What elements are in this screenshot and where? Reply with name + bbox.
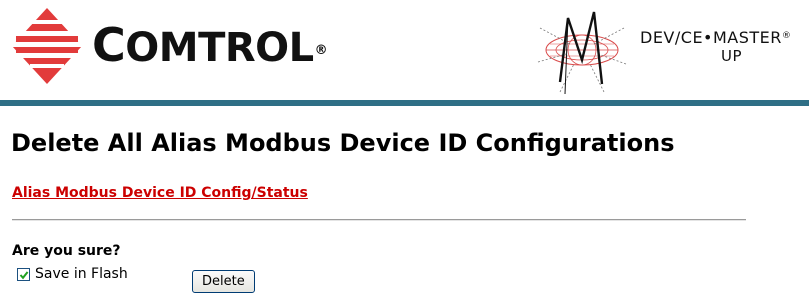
save-in-flash-label: Save in Flash [35, 266, 128, 282]
confirm-prompt: Are you sure? [12, 243, 121, 259]
config-status-link[interactable]: Alias Modbus Device ID Config/Status [12, 185, 308, 201]
comtrol-logo: COMTROL® [8, 6, 328, 86]
comtrol-wordmark: COMTROL® [92, 18, 328, 72]
delete-button[interactable]: Delete [192, 270, 255, 293]
content-divider [12, 219, 746, 221]
devicemaster-logo: DEV/CE•MASTER® UP [530, 0, 809, 100]
page-title: Delete All Alias Modbus Device ID Config… [11, 129, 675, 157]
save-in-flash-checkbox[interactable] [17, 267, 30, 281]
header-divider [0, 100, 809, 106]
devicemaster-subname: UP [721, 47, 743, 65]
devicemaster-name: DEV/CE•MASTER® [640, 28, 792, 47]
page-header: COMTROL® DEV/CE•MASTER® UP [0, 0, 809, 100]
save-in-flash-option[interactable]: Save in Flash [17, 265, 128, 283]
checkmark-icon [19, 270, 29, 279]
comtrol-logo-mark-icon [12, 8, 82, 84]
devicemaster-emblem-icon [537, 11, 627, 95]
